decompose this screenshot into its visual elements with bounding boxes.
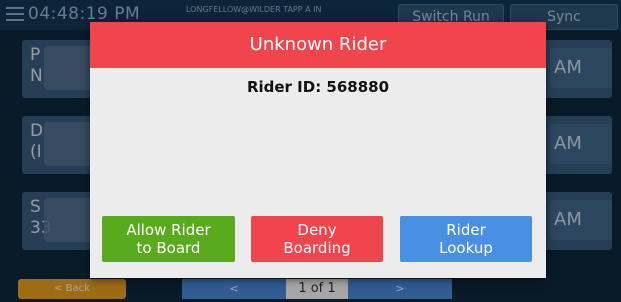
deny-boarding-button[interactable]: Deny Boarding <box>251 216 383 262</box>
rider-id-label: Rider ID: 568880 <box>246 78 390 96</box>
allow-rider-button[interactable]: Allow Rider to Board <box>102 216 235 262</box>
unknown-rider-dialog: Unknown Rider Rider ID: 568880 Allow Rid… <box>90 22 546 278</box>
rider-lookup-button[interactable]: Rider Lookup <box>400 216 532 262</box>
dialog-title: Unknown Rider <box>90 22 546 68</box>
